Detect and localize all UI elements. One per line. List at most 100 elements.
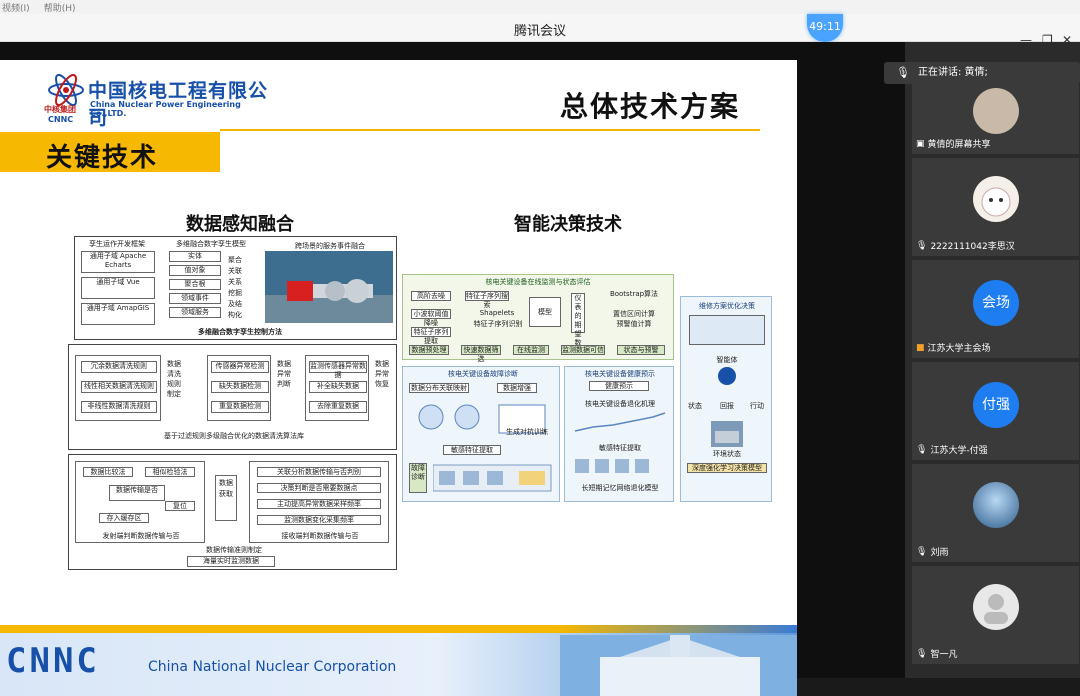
- step1-panel: 核电关键设备在线监测与状态评估 高阶去噪 小波软阈值降噪 特征子序列提取 特征子…: [402, 274, 674, 363]
- step1-title: 核电关键设备在线监测与状态评估: [485, 278, 591, 286]
- participant-name: 🎙 江苏大学-付强: [916, 444, 988, 457]
- participant-name: ■ 江苏大学主会场: [916, 342, 991, 355]
- avatar: [973, 584, 1019, 630]
- step1-item: 特征子序列提取: [411, 327, 451, 345]
- rule-item: 主动提高异常数据采样频率: [257, 499, 381, 509]
- building-image: [560, 635, 797, 696]
- menu-item-help[interactable]: 帮助(H): [44, 1, 76, 14]
- step3-panel: 核电关键设备健康预示 健康预示 核电关键设备退化机理 敏感特征提取 长短期记忆网…: [564, 366, 674, 502]
- flow-item: 相似检验法: [145, 467, 195, 477]
- step3-item: 健康预示: [589, 381, 649, 391]
- step2-item: 生成对抗训练: [506, 428, 548, 436]
- company-name-en: China Nuclear Power Engineering Co.,LTD.: [90, 100, 241, 118]
- col2-item: 领域事件: [169, 293, 221, 304]
- step4-grid: [689, 315, 765, 345]
- step1-item: Bootstrap算法: [609, 290, 659, 298]
- avatar: [973, 176, 1019, 222]
- turbine-image: [265, 251, 393, 323]
- step1-item: 预警值计算: [616, 320, 652, 328]
- footer-company-en: China National Nuclear Corporation: [148, 659, 397, 675]
- group-abbr: CNNC: [48, 115, 74, 124]
- step1-item: 小波软阈值降噪: [411, 309, 451, 327]
- row3-bottom-box: 海量实时监测数据: [187, 556, 275, 567]
- participant-tile[interactable]: 会场 ■ 江苏大学主会场: [912, 260, 1079, 358]
- rule-item: 决策判断是否需要数据点: [257, 483, 381, 493]
- col2-side-label: 聚合关联关系挖掘及结构化: [228, 256, 242, 319]
- participant-name: 🎙 2222111042李思汉: [916, 240, 1015, 253]
- step1-bottom: 快速数据筛选: [461, 345, 501, 363]
- title-underline: [220, 129, 760, 131]
- col1-title: 孪生运作开发框架: [89, 240, 145, 248]
- atom-logo-icon: [48, 74, 84, 106]
- participant-tile[interactable]: 付强 🎙 江苏大学-付强: [912, 362, 1079, 460]
- row2-caption: 基于过滤规则多级融合优化的数据清洗算法库: [164, 432, 304, 440]
- step1-item: 特征子序列搜索: [465, 291, 509, 309]
- step1-bottom: 状态与预警: [617, 345, 665, 355]
- presentation-slide: 中国核电工程有限公司 China Nuclear Power Engineeri…: [0, 60, 797, 696]
- step4-item: 深度强化学习决策模型: [687, 463, 767, 473]
- screen-share-icon: ▣: [916, 138, 925, 149]
- section-bar: 关键技术: [0, 132, 220, 173]
- detect-item: 缺失数据检测: [211, 381, 269, 393]
- footer-cnnc-logo: CNNC: [6, 641, 100, 681]
- left-heading: 数据感知融合: [186, 214, 294, 235]
- step1-item: 模型: [529, 297, 561, 327]
- rule-item: 监测数据变化采集频率: [257, 515, 381, 525]
- environment-image: [711, 421, 743, 447]
- flow-item: 复位: [165, 501, 195, 511]
- speaking-indicator: 🎙 正在讲话: 黄倩;: [884, 62, 1080, 84]
- clean-item: 线性相关数据清洗规则: [81, 381, 157, 393]
- recover-item: 补全缺失数据: [309, 381, 367, 393]
- recover-item: 去除重复数据: [309, 401, 367, 413]
- step1-item: 置信区间计算: [613, 310, 655, 318]
- footer-band: [0, 625, 797, 633]
- window-titlebar: 腾讯会议 — ❐ ✕: [0, 14, 1080, 47]
- col1-item: 通用子域 Apache Echarts: [81, 251, 155, 273]
- recover-side-label: 数据异常恢复: [375, 360, 389, 388]
- col3-title: 跨场景的服务事件融合: [295, 242, 365, 250]
- mic-muted-icon: 🎙: [916, 648, 928, 659]
- step2-panel: 核电关键设备故障诊断 数据分布关联映射 数据增强 敏感特征提取 生成对抗训练 故…: [402, 366, 560, 502]
- step2-item: 数据增强: [497, 383, 537, 393]
- data-cleaning-panel: 冗余数据清洗规则 线性相关数据清洗规则 非线性数据清洗规则 数据清洗规则制定 传…: [68, 344, 397, 450]
- participant-name: 🎙 智一凡: [916, 648, 958, 661]
- company-logo: 中国核电工程有限公司 China Nuclear Power Engineeri…: [42, 74, 272, 129]
- participant-name: ▣ 黄倩的屏幕共享: [916, 138, 991, 151]
- participant-tile[interactable]: ▣ 黄倩的屏幕共享: [912, 84, 1079, 154]
- flow-item: 数据比较法: [83, 467, 133, 477]
- mic-muted-icon: 🎙: [916, 444, 928, 455]
- participant-name: 🎙 刘雨: [916, 546, 949, 559]
- avatar: 会场: [973, 280, 1019, 326]
- participant-tile[interactable]: 🎙 2222111042李思汉: [912, 158, 1079, 256]
- step1-item: Shapelets: [479, 309, 515, 317]
- rule-item: 关联分析数据传输与否判别: [257, 467, 381, 477]
- degradation-sketch: [574, 412, 666, 432]
- step2-title: 核电关键设备故障诊断: [448, 370, 518, 378]
- clean-item: 非线性数据清洗规则: [81, 401, 157, 413]
- col2-item: 领域服务: [169, 307, 221, 318]
- col2-item: 值对象: [169, 265, 221, 276]
- mic-muted-icon: 🎙: [916, 240, 928, 251]
- avatar: [973, 482, 1019, 528]
- slide-title: 总体技术方案: [560, 90, 741, 123]
- step2-item: 敏感特征提取: [443, 445, 501, 455]
- step1-item: 仪表的期望数据: [571, 293, 585, 356]
- step4-panel: 维修方案优化决策 智能体 状态 回报 行动 环境状态 深度强化学习决策模型: [680, 296, 772, 502]
- col2-title: 多维融合数字孪生模型: [176, 240, 246, 248]
- step4-item: 状态: [688, 402, 702, 410]
- mic-muted-icon: 🎙: [916, 546, 928, 557]
- step4-item: 行动: [750, 402, 764, 410]
- default-user-icon: [984, 594, 1008, 624]
- step2-item: 故障诊断: [409, 463, 427, 493]
- twin-model-panel: 孪生运作开发框架 通用子域 Apache Echarts 通用子域 Vue 通用…: [74, 236, 397, 340]
- step4-title: 维修方案优化决策: [699, 302, 755, 310]
- step3-title: 核电关键设备健康预示: [585, 370, 655, 378]
- menu-item-view[interactable]: 视频(I): [2, 1, 30, 14]
- row1-caption: 多维融合数字孪生控制方法: [198, 328, 282, 336]
- network-sketch: [433, 464, 552, 492]
- participant-tile[interactable]: 🎙 智一凡: [912, 566, 1079, 664]
- col2-item: 实体: [169, 251, 221, 262]
- step4-item: 回报: [720, 402, 734, 410]
- participant-tile[interactable]: 🎙 刘雨: [912, 464, 1079, 562]
- agent-icon: [718, 367, 736, 385]
